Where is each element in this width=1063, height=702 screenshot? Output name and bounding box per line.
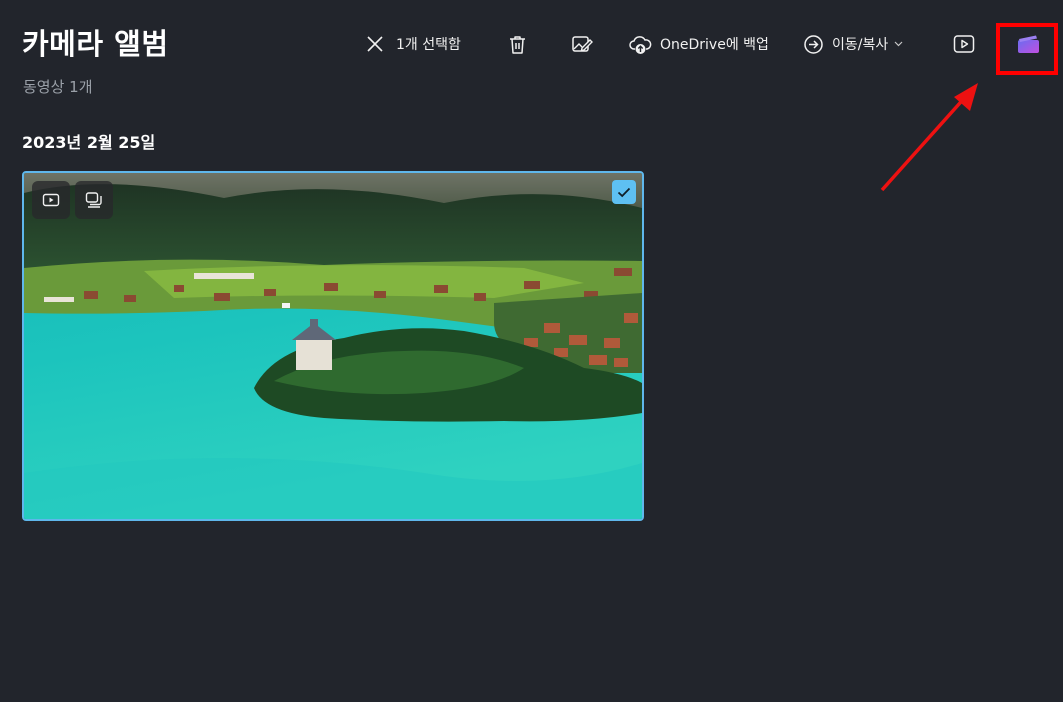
item-count: 동영상 1개 xyxy=(23,78,93,96)
edit-image-icon xyxy=(571,33,593,55)
selection-toolbar: 1개 선택함 OneDrive에 백업 이동/복사 xyxy=(0,26,1063,62)
move-copy-dropdown[interactable]: 이동/복사 xyxy=(803,26,903,62)
play-square-icon xyxy=(953,34,975,54)
backup-label: OneDrive에 백업 xyxy=(660,37,769,53)
annotation-highlight-box xyxy=(996,23,1058,75)
video-thumbnail[interactable] xyxy=(22,171,644,521)
cloud-upload-icon xyxy=(629,34,652,55)
move-copy-label: 이동/복사 xyxy=(832,37,889,53)
date-group-heading: 2023년 2월 25일 xyxy=(22,133,156,152)
stack-icon xyxy=(85,191,103,209)
clear-selection-button[interactable]: 1개 선택함 xyxy=(366,26,461,62)
selection-count-label: 1개 선택함 xyxy=(396,37,461,53)
chevron-down-icon xyxy=(894,41,903,47)
close-icon xyxy=(366,35,384,53)
live-preview-button[interactable] xyxy=(75,181,113,219)
annotation-arrow xyxy=(880,83,978,192)
checkmark-icon xyxy=(617,187,631,198)
trash-icon xyxy=(507,34,528,55)
arrow-circle-right-icon xyxy=(803,34,824,55)
lake-castle-photo xyxy=(24,173,642,519)
photos-app-window: 카메라 앨범 동영상 1개 1개 선택함 OneDrive에 백업 이동/복사 … xyxy=(0,0,1063,702)
video-frame-icon xyxy=(42,192,60,208)
slideshow-button[interactable] xyxy=(953,26,975,62)
onedrive-backup-button[interactable]: OneDrive에 백업 xyxy=(629,26,769,62)
selection-checkbox[interactable] xyxy=(612,180,636,204)
delete-button[interactable] xyxy=(507,26,528,62)
video-indicator-button[interactable] xyxy=(32,181,70,219)
edit-button[interactable] xyxy=(571,26,593,62)
